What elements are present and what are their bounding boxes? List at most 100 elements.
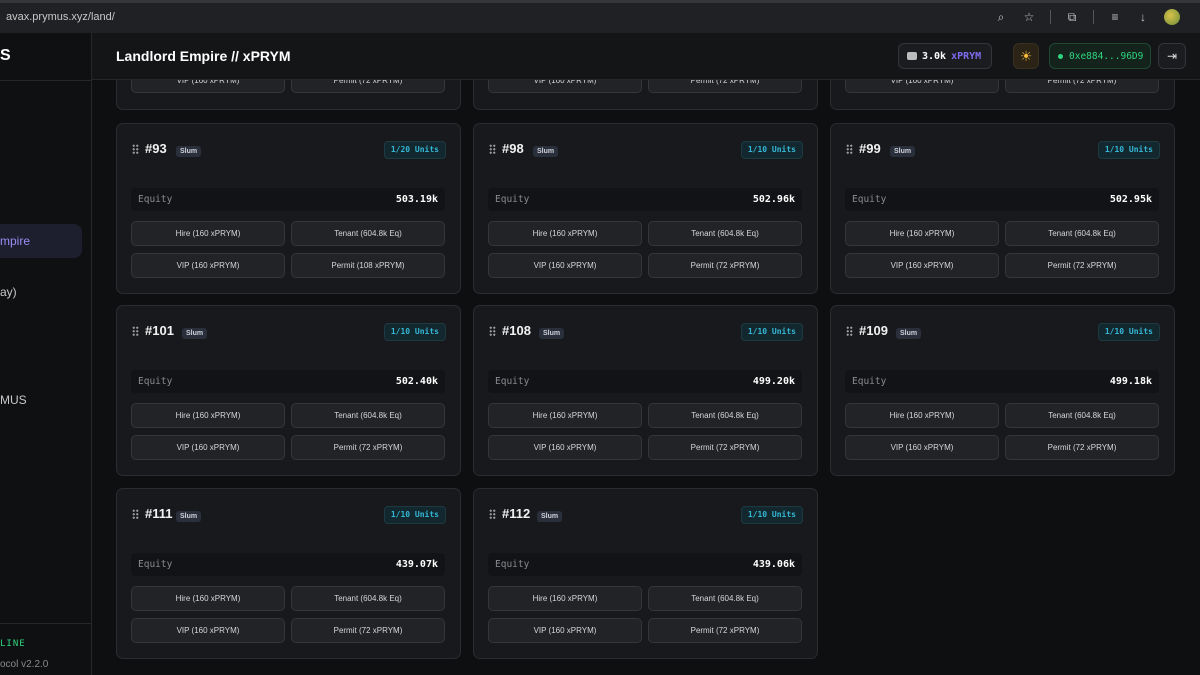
equity-row: Equity 502.40k — [131, 370, 445, 393]
sidebar-item-3[interactable]: MUS — [0, 393, 27, 407]
vip-button[interactable]: VIP (160 xPRYM) — [131, 253, 285, 278]
permit-button[interactable]: Permit (72 xPRYM) — [648, 253, 802, 278]
theme-toggle-button[interactable]: ☀ — [1013, 43, 1039, 69]
token-balance: 3.0k xPRYM — [898, 43, 992, 69]
bookmark-star-icon[interactable]: ☆ — [1022, 10, 1036, 24]
units-badge: 1/10 Units — [1097, 141, 1160, 159]
permit-button[interactable]: Permit (72 xPRYM) — [291, 618, 445, 643]
equity-value: 439.07k — [395, 559, 438, 570]
equity-label: Equity — [495, 376, 530, 387]
reading-list-icon[interactable]: ≡ — [1108, 10, 1122, 24]
logout-button[interactable]: ⇥ — [1158, 43, 1186, 69]
drag-handle-icon[interactable] — [132, 509, 139, 519]
drag-handle-icon[interactable] — [489, 326, 496, 336]
address-bar[interactable]: avax.prymus.xyz/land/ — [6, 11, 115, 23]
hire-button[interactable]: Hire (160 xPRYM) — [845, 403, 999, 428]
equity-value: 439.06k — [752, 559, 795, 570]
drag-handle-icon[interactable] — [489, 509, 496, 519]
vip-button[interactable]: VIP (160 xPRYM) — [488, 253, 642, 278]
hire-button[interactable]: Hire (160 xPRYM) — [488, 586, 642, 611]
equity-label: Equity — [852, 194, 887, 205]
permit-button[interactable]: Permit (72 xPRYM) — [1005, 80, 1159, 93]
equity-value: 502.40k — [395, 376, 438, 387]
land-type-badge: Slum — [182, 328, 208, 339]
permit-button[interactable]: Permit (72 xPRYM) — [291, 80, 445, 93]
land-id: #108 — [502, 323, 531, 338]
permit-button[interactable]: Permit (72 xPRYM) — [648, 435, 802, 460]
vip-button[interactable]: VIP (160 xPRYM) — [488, 80, 642, 93]
permit-button[interactable]: Permit (72 xPRYM) — [648, 80, 802, 93]
land-card-partial: VIP (160 xPRYM) Permit (72 xPRYM) — [473, 80, 818, 110]
units-badge: 1/10 Units — [1097, 323, 1160, 341]
drag-handle-icon[interactable] — [132, 326, 139, 336]
hire-button[interactable]: Hire (160 xPRYM) — [131, 586, 285, 611]
land-type-badge: Slum — [539, 328, 565, 339]
equity-label: Equity — [138, 376, 173, 387]
zoom-icon[interactable]: ⌕ — [994, 10, 1008, 24]
equity-label: Equity — [138, 559, 173, 570]
brand-logo[interactable]: S — [0, 47, 11, 65]
hire-button[interactable]: Hire (160 xPRYM) — [488, 403, 642, 428]
tenant-button[interactable]: Tenant (604.8k Eq) — [291, 403, 445, 428]
protocol-version: ocol v2.2.0 — [0, 659, 49, 670]
equity-row: Equity 503.19k — [131, 188, 445, 211]
units-badge: 1/20 Units — [383, 141, 446, 159]
wallet-address: 0xe884...96D9 — [1069, 50, 1144, 62]
hire-button[interactable]: Hire (160 xPRYM) — [845, 221, 999, 246]
land-type-badge: Slum — [896, 328, 922, 339]
vip-button[interactable]: VIP (160 xPRYM) — [131, 435, 285, 460]
profile-avatar[interactable] — [1164, 9, 1180, 25]
tenant-button[interactable]: Tenant (604.8k Eq) — [648, 586, 802, 611]
land-card: #93 Slum 1/20 Units Equity 503.19k Hire … — [116, 123, 461, 294]
logout-icon: ⇥ — [1166, 49, 1178, 63]
equity-label: Equity — [138, 194, 173, 205]
tenant-button[interactable]: Tenant (604.8k Eq) — [291, 586, 445, 611]
tenant-button[interactable]: Tenant (604.8k Eq) — [291, 221, 445, 246]
equity-row: Equity 499.20k — [488, 370, 802, 393]
hire-button[interactable]: Hire (160 xPRYM) — [488, 221, 642, 246]
equity-value: 499.20k — [752, 376, 795, 387]
drag-handle-icon[interactable] — [846, 326, 853, 336]
tenant-button[interactable]: Tenant (604.8k Eq) — [648, 403, 802, 428]
vip-button[interactable]: VIP (160 xPRYM) — [131, 80, 285, 93]
vip-button[interactable]: VIP (160 xPRYM) — [845, 253, 999, 278]
drag-handle-icon[interactable] — [846, 144, 853, 154]
drag-handle-icon[interactable] — [489, 144, 496, 154]
land-card: #99 Slum 1/10 Units Equity 502.95k Hire … — [830, 123, 1175, 294]
land-id: #111 — [145, 506, 173, 521]
units-badge: 1/10 Units — [383, 506, 446, 524]
permit-button[interactable]: Permit (72 xPRYM) — [1005, 435, 1159, 460]
equity-row: Equity 502.96k — [488, 188, 802, 211]
wallet-address-button[interactable]: 0xe884...96D9 — [1049, 43, 1151, 69]
permit-button[interactable]: Permit (108 xPRYM) — [291, 253, 445, 278]
drag-handle-icon[interactable] — [132, 144, 139, 154]
land-id: #93 — [145, 141, 167, 156]
extensions-icon[interactable]: ⧉ — [1065, 10, 1079, 24]
vip-button[interactable]: VIP (160 xPRYM) — [131, 618, 285, 643]
vip-button[interactable]: VIP (160 xPRYM) — [488, 435, 642, 460]
permit-button[interactable]: Permit (72 xPRYM) — [648, 618, 802, 643]
equity-row: Equity 502.95k — [845, 188, 1159, 211]
download-icon[interactable]: ↓ — [1136, 10, 1150, 24]
vip-button[interactable]: VIP (160 xPRYM) — [845, 435, 999, 460]
toolbar-separator — [1050, 10, 1051, 24]
sidebar-item-2[interactable]: ay) — [0, 285, 17, 299]
connected-dot-icon — [1058, 53, 1063, 59]
land-card: #111 Slum 1/10 Units Equity 439.07k Hire… — [116, 488, 461, 659]
land-id: #98 — [502, 141, 524, 156]
hire-button[interactable]: Hire (160 xPRYM) — [131, 403, 285, 428]
land-grid: VIP (160 xPRYM) Permit (72 xPRYM) VIP (1… — [92, 80, 1200, 675]
land-card: #108 Slum 1/10 Units Equity 499.20k Hire… — [473, 305, 818, 476]
permit-button[interactable]: Permit (72 xPRYM) — [291, 435, 445, 460]
land-card: #101 Slum 1/10 Units Equity 502.40k Hire… — [116, 305, 461, 476]
sidebar-item-landlord-empire[interactable]: mpire — [0, 224, 82, 258]
tenant-button[interactable]: Tenant (604.8k Eq) — [1005, 221, 1159, 246]
land-type-badge: Slum — [890, 146, 916, 157]
equity-row: Equity 439.06k — [488, 553, 802, 576]
vip-button[interactable]: VIP (160 xPRYM) — [845, 80, 999, 93]
permit-button[interactable]: Permit (72 xPRYM) — [1005, 253, 1159, 278]
vip-button[interactable]: VIP (160 xPRYM) — [488, 618, 642, 643]
tenant-button[interactable]: Tenant (604.8k Eq) — [1005, 403, 1159, 428]
tenant-button[interactable]: Tenant (604.8k Eq) — [648, 221, 802, 246]
hire-button[interactable]: Hire (160 xPRYM) — [131, 221, 285, 246]
